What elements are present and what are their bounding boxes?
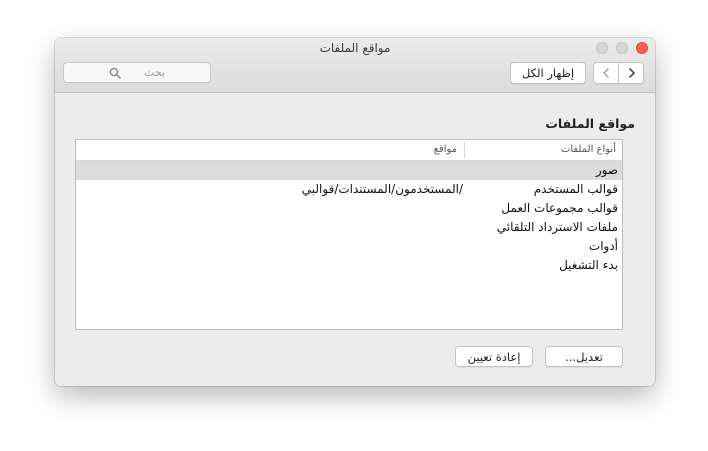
chevron-right-icon — [628, 67, 635, 79]
table-row[interactable]: قوالب مجموعات العمل — [76, 199, 622, 218]
zoom-window-button[interactable] — [596, 42, 608, 54]
table-header: أنواع الملفات مواقع — [76, 140, 622, 161]
window-title: مواقع الملفات — [319, 41, 391, 55]
close-window-button[interactable] — [636, 42, 648, 54]
reset-button[interactable]: إعادة تعيين — [455, 346, 533, 367]
section-title: مواقع الملفات — [545, 116, 635, 131]
back-button[interactable] — [593, 62, 619, 84]
location-cell: /المستخدمون/المستندات/قوالبي — [301, 182, 463, 196]
title-bar: مواقع الملفات إظهار الكل — [55, 38, 655, 93]
file-type-cell: ملفات الاسترداد التلقائي — [496, 220, 618, 234]
table-row[interactable]: صور — [76, 161, 622, 180]
forward-button[interactable] — [618, 62, 644, 84]
table-row[interactable]: قوالب المستخدم /المستخدمون/المستندات/قوا… — [76, 180, 622, 199]
edit-button[interactable]: تعديل... — [545, 346, 623, 367]
column-divider — [464, 142, 465, 158]
file-type-cell: قوالب المستخدم — [533, 182, 618, 196]
table-row[interactable]: ملفات الاسترداد التلقائي — [76, 218, 622, 237]
file-type-cell: أدوات — [588, 239, 618, 253]
search-input[interactable] — [125, 66, 165, 79]
file-type-cell: قوالب مجموعات العمل — [501, 201, 618, 215]
minimize-window-button[interactable] — [616, 42, 628, 54]
table-row[interactable]: بدء التشغيل — [76, 256, 622, 275]
preferences-window: مواقع الملفات إظهار الكل مواقع الملفات أ… — [55, 38, 655, 386]
search-field[interactable] — [63, 62, 211, 83]
show-all-button[interactable]: إظهار الكل — [510, 62, 586, 84]
column-header-file-types[interactable]: أنواع الملفات — [561, 144, 616, 155]
file-type-cell: بدء التشغيل — [559, 258, 618, 272]
column-header-locations[interactable]: مواقع — [434, 144, 457, 155]
search-icon — [109, 67, 121, 79]
table-row[interactable]: أدوات — [76, 237, 622, 256]
file-locations-table: أنواع الملفات مواقع صور قوالب المستخدم /… — [75, 139, 623, 330]
chevron-left-icon — [602, 67, 609, 79]
file-type-cell: صور — [595, 163, 618, 177]
